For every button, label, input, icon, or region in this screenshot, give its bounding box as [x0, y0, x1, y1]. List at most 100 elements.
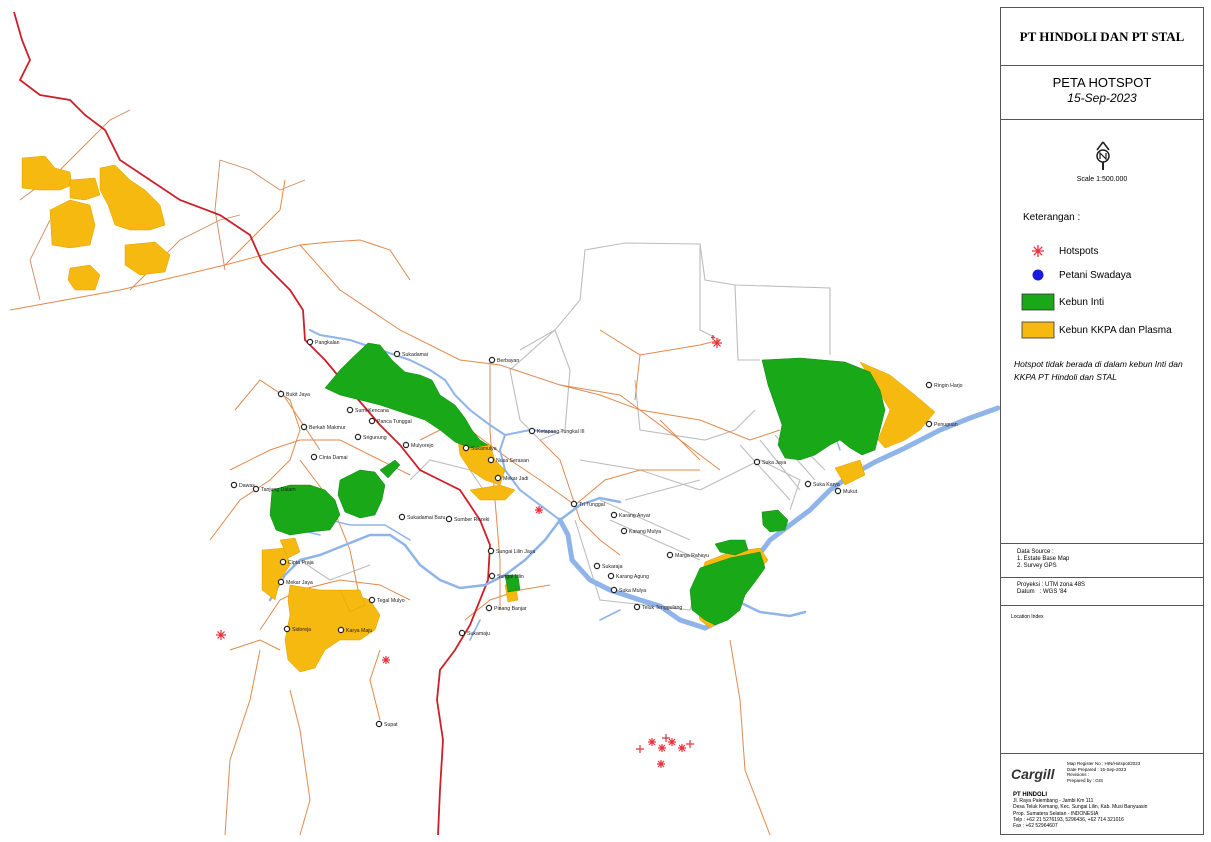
village-label: Ketapang Tungkal III: [537, 429, 585, 435]
legend-label: Petani Swadaya: [1059, 269, 1132, 281]
legend-item-petani-swadaya: Petani Swadaya: [1021, 269, 1131, 281]
company-address: PT HINDOLI Jl. Raya Palembang - Jambi Km…: [1013, 792, 1148, 830]
footer-section: Cargill Map Register No : HIN/Hotspot/20…: [1001, 754, 1203, 836]
village-label: Cipta Praja: [288, 560, 314, 566]
village-marker: [487, 547, 495, 555]
yellow-square-icon: [1021, 321, 1055, 339]
north-arrow-icon: [1096, 141, 1110, 170]
village-label: Panca Tunggal: [377, 419, 412, 425]
map-canvas[interactable]: Pangkalan Sukadamai Berbayan Bukit Jaya Sumi…: [0, 0, 1000, 842]
village-label: Nusa Serasan: [496, 458, 529, 464]
projection-label: Proyeksi: [1017, 582, 1041, 588]
village-label: Suka Mulya: [619, 588, 646, 594]
data-source-heading: Data Source :: [1017, 549, 1054, 555]
village-label: Berkah Makmur: [309, 425, 346, 431]
legend-item-kebun-inti: Kebun Inti: [1021, 293, 1104, 311]
cargill-logo: Cargill: [1011, 766, 1055, 782]
village-label: Sukamulya: [471, 446, 497, 452]
map-metadata: Map Register No : HIN/Hotspot/2023 Date …: [1067, 761, 1141, 783]
projection-section: Proyeksi : UTM zona 48S Datum : WGS '84: [1001, 578, 1203, 606]
village-marker: [488, 356, 496, 364]
village-label: Penuguan: [934, 422, 958, 428]
village-marker: [925, 381, 933, 389]
village-marker: [925, 420, 933, 428]
village-label: Dawas: [239, 483, 255, 489]
datum-value: WGS '84: [1043, 589, 1067, 595]
village-label: Sukaraja: [602, 564, 623, 570]
village-marker: [666, 551, 674, 559]
scale-label: Scale 1:500.000: [1076, 176, 1128, 183]
village-marker: [346, 406, 354, 414]
village-marker: [337, 626, 345, 634]
village-marker: [283, 625, 291, 633]
village-marker: [279, 558, 287, 566]
data-source-section: Data Source : 1. Estate Base Map 2. Surv…: [1001, 544, 1203, 578]
village-label: Sukadamai Baru: [407, 515, 445, 521]
village-marker: [620, 527, 628, 535]
village-label: Suka Jaya: [762, 460, 786, 466]
legend-label: Kebun KKPA dan Plasma: [1059, 324, 1172, 336]
village-marker: [230, 481, 238, 489]
village-marker: [610, 586, 618, 594]
legend-heading: Keterangan :: [1023, 212, 1081, 223]
legend-section: Scale 1:500.000 Keterangan : Hotspots Pe…: [1001, 120, 1203, 544]
village-marker: [487, 456, 495, 464]
map-info-panel: PT HINDOLI DAN PT STAL PETA HOTSPOT 15-S…: [1000, 7, 1204, 835]
blue-circle-icon: [1021, 269, 1055, 281]
village-label: Supat: [384, 722, 398, 728]
village-marker: [375, 720, 383, 728]
village-label: Tegal Mulyo: [377, 598, 405, 604]
village-label: Sukamaju: [467, 631, 490, 637]
village-marker: [277, 578, 285, 586]
green-square-icon: [1021, 293, 1055, 311]
village-label: Mulyorejo: [411, 443, 434, 449]
village-marker: [485, 604, 493, 612]
company-title: PT HINDOLI DAN PT STAL: [1001, 8, 1203, 66]
legend-label: Hotspots: [1059, 245, 1099, 257]
village-label: Teluk Tenggulang: [642, 605, 682, 611]
village-label: Karya Maju: [346, 628, 372, 634]
village-label: Srigunung: [363, 435, 387, 441]
village-label: Sungai Lilin: [497, 574, 524, 580]
village-label: Pangkalan: [315, 340, 340, 346]
village-marker: [593, 562, 601, 570]
village-label: Mukut: [843, 489, 858, 495]
village-marker: [834, 487, 842, 495]
hotspot-note: Hotspot tidak berada di dalam kebun Inti…: [1014, 359, 1183, 382]
village-marker: [607, 572, 615, 580]
village-marker: [488, 572, 496, 580]
map-date: 15-Sep-2023: [1067, 91, 1137, 105]
village-label: Bukit Jaya: [286, 392, 310, 398]
village-marker: [252, 485, 260, 493]
village-marker: [610, 511, 618, 519]
data-source-item: 2. Survey GPS: [1017, 563, 1057, 569]
village-marker: [368, 596, 376, 604]
map-title-box: PETA HOTSPOT 15-Sep-2023: [1001, 66, 1203, 120]
village-label: Pinang Banjar: [494, 606, 527, 612]
village-label: Berbayan: [497, 358, 519, 364]
village-marker: [570, 500, 578, 508]
village-label: Tri Tunggal: [579, 502, 605, 508]
village-marker: [398, 513, 406, 521]
village-marker: [494, 474, 502, 482]
village-label: Tanjung Dalam: [261, 487, 296, 493]
village-label: Suka Karya: [813, 482, 840, 488]
village-label: Sukadamai: [402, 352, 428, 358]
village-label: Karang Agung: [616, 574, 649, 580]
village-marker: [462, 444, 470, 452]
hotspot-icon: [1021, 245, 1055, 257]
village-marker: [310, 453, 318, 461]
village-marker: [368, 417, 376, 425]
legend-item-kebun-kkpa: Kebun KKPA dan Plasma: [1021, 321, 1172, 339]
village-marker: [528, 427, 536, 435]
village-label: Sumi Kencana: [355, 408, 389, 414]
village-label: Sungai Lilin Jaya: [496, 549, 535, 555]
village-marker: [354, 433, 362, 441]
map-title: PETA HOTSPOT: [1052, 75, 1152, 90]
village-label: Ringin Harjo: [934, 383, 963, 389]
village-label: Karang Mulya: [629, 529, 661, 535]
village-marker: [402, 441, 410, 449]
data-source-item: 1. Estate Base Map: [1017, 556, 1070, 562]
village-label: Sidoreja: [292, 627, 311, 633]
legend-item-hotspots: Hotspots: [1021, 245, 1098, 257]
